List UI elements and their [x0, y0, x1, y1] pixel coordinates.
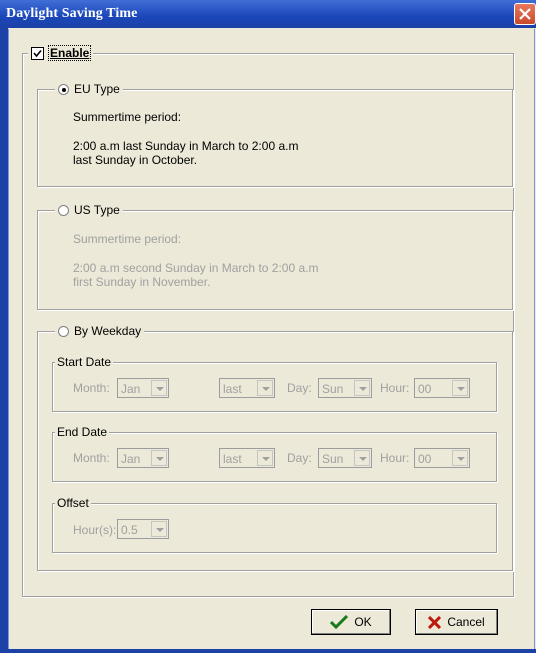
offset-label: Offset	[55, 496, 91, 510]
offset-hours-label: Hour(s):	[73, 523, 117, 537]
ok-button[interactable]: OK	[311, 609, 391, 635]
eu-period-line1: 2:00 a.m last Sunday in March to 2:00 a.…	[73, 139, 299, 153]
us-period-line2: first Sunday in November.	[73, 275, 211, 289]
offset-hours-select[interactable]: 0.5	[117, 519, 169, 539]
ok-label: OK	[354, 615, 372, 629]
chevron-down-icon[interactable]	[257, 380, 273, 396]
checkmark-icon	[33, 49, 42, 57]
chevron-down-icon[interactable]	[151, 521, 167, 537]
checkmark-icon	[330, 615, 349, 629]
end-month-label: Month:	[73, 451, 110, 465]
us-type-group	[37, 210, 513, 310]
close-icon	[519, 8, 531, 20]
close-button[interactable]	[514, 3, 536, 25]
end-week-select[interactable]: last	[219, 448, 275, 468]
chevron-down-icon[interactable]	[257, 450, 273, 466]
end-month-select[interactable]: Jan	[117, 448, 169, 468]
start-hour-select[interactable]: 00	[414, 378, 470, 398]
by-weekday-radio[interactable]: By Weekday	[55, 324, 145, 338]
end-hour-label: Hour:	[380, 451, 410, 465]
eu-type-group	[37, 89, 513, 187]
eu-radio-button[interactable]	[58, 83, 69, 95]
us-type-radio[interactable]: US Type	[55, 203, 123, 217]
end-day-label: Day:	[287, 451, 312, 465]
eu-type-label: EU Type	[74, 82, 120, 96]
enable-label: Enable	[47, 45, 92, 61]
enable-check-box[interactable]	[31, 46, 44, 60]
start-hour-label: Hour:	[380, 381, 410, 395]
us-period-line1: 2:00 a.m second Sunday in March to 2:00 …	[73, 261, 319, 275]
weekday-radio-button[interactable]	[58, 325, 69, 337]
by-weekday-label: By Weekday	[74, 324, 142, 338]
chevron-down-icon[interactable]	[452, 450, 468, 466]
end-date-label: End Date	[55, 425, 110, 439]
window-border-left	[0, 28, 8, 653]
cancel-button[interactable]: Cancel	[415, 609, 498, 635]
us-type-label: US Type	[74, 203, 120, 217]
dialog-window: Daylight Saving Time Enable EU Type Summ…	[0, 0, 536, 653]
x-icon	[428, 615, 442, 629]
start-week-select[interactable]: last	[219, 378, 275, 398]
us-radio-button[interactable]	[58, 204, 69, 216]
dialog-body: Enable EU Type Summertime period: 2:00 a…	[8, 29, 535, 649]
eu-period-line2: last Sunday in October.	[73, 153, 198, 167]
start-month-label: Month:	[73, 381, 110, 395]
start-month-select[interactable]: Jan	[117, 378, 169, 398]
start-day-select[interactable]: Sun	[318, 378, 372, 398]
chevron-down-icon[interactable]	[452, 380, 468, 396]
chevron-down-icon[interactable]	[151, 450, 167, 466]
us-period-label: Summertime period:	[73, 232, 182, 246]
chevron-down-icon[interactable]	[151, 380, 167, 396]
title-bar: Daylight Saving Time	[0, 0, 536, 28]
enable-checkbox[interactable]: Enable	[28, 45, 94, 61]
end-hour-select[interactable]: 00	[414, 448, 470, 468]
window-title: Daylight Saving Time	[6, 6, 138, 21]
start-day-label: Day:	[287, 381, 312, 395]
chevron-down-icon[interactable]	[354, 450, 370, 466]
cancel-label: Cancel	[447, 615, 485, 629]
chevron-down-icon[interactable]	[354, 380, 370, 396]
start-date-label: Start Date	[55, 355, 114, 369]
eu-type-radio[interactable]: EU Type	[55, 82, 123, 96]
window-border-bottom	[0, 649, 536, 653]
eu-period-label: Summertime period:	[73, 110, 182, 124]
end-day-select[interactable]: Sun	[318, 448, 372, 468]
